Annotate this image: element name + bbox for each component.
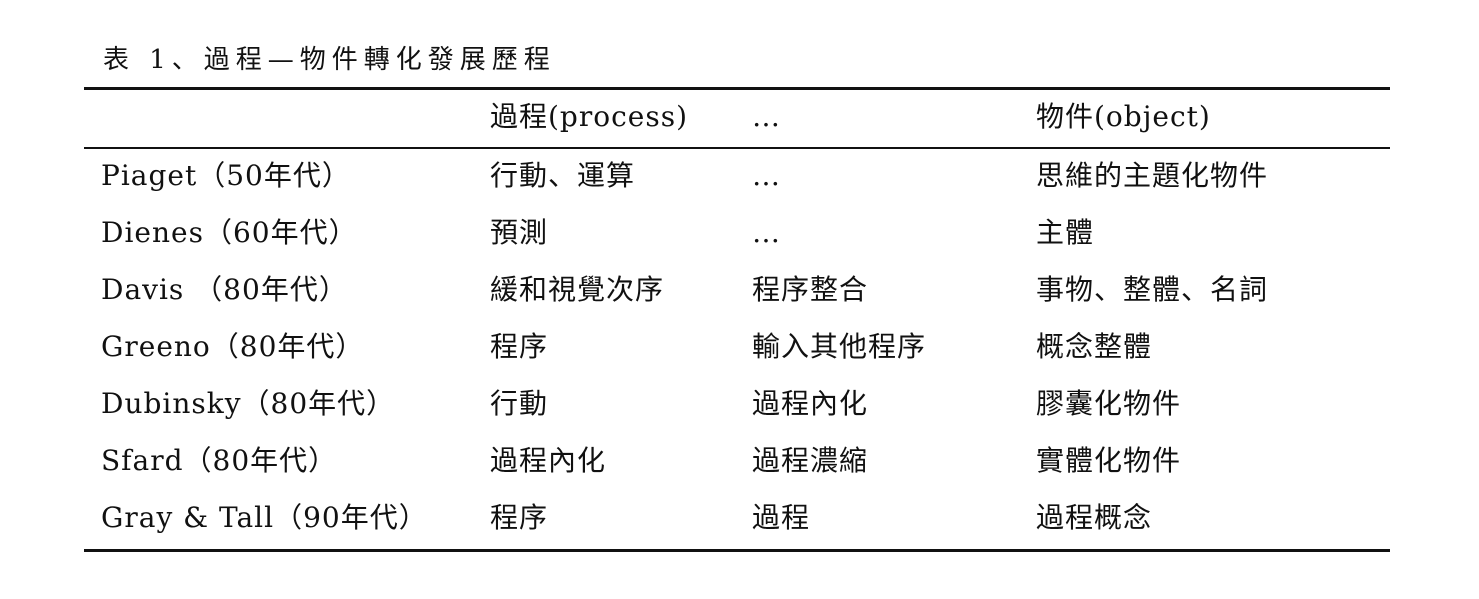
- cell-scholar: Dubinsky（80年代）: [101, 387, 396, 420]
- cell-transition: 程序整合: [752, 273, 869, 306]
- cell-scholar: Davis （80年代）: [101, 273, 348, 306]
- cell-transition: …: [752, 159, 781, 192]
- cell-transition: 過程內化: [752, 387, 869, 420]
- cell-process: 程序: [490, 330, 549, 363]
- table-header-row: 過程(process) … 物件(object): [0, 92, 1479, 142]
- cell-transition: 過程: [752, 501, 811, 534]
- cell-object: 主體: [1036, 216, 1095, 249]
- cell-scholar: Sfard（80年代）: [101, 444, 338, 477]
- cell-process: 行動: [490, 387, 549, 420]
- cell-transition: 過程濃縮: [752, 444, 869, 477]
- table-caption: 表 1、過程—物件轉化發展歷程: [103, 45, 556, 75]
- cell-transition: …: [752, 216, 781, 249]
- cell-object: 概念整體: [1036, 330, 1153, 363]
- cell-scholar: Greeno（80年代）: [101, 330, 365, 363]
- cell-process: 行動、運算: [490, 159, 636, 192]
- cell-object: 事物、整體、名詞: [1036, 273, 1269, 306]
- table-row: Sfard（80年代） 過程內化 過程濃縮 實體化物件: [0, 436, 1479, 486]
- cell-scholar: Dienes（60年代）: [101, 216, 358, 249]
- table-row: Dubinsky（80年代） 行動 過程內化 膠囊化物件: [0, 379, 1479, 429]
- header-cell-process: 過程(process): [490, 100, 689, 133]
- table-bottom-rule: [84, 549, 1390, 552]
- cell-process: 緩和視覺次序: [490, 273, 665, 306]
- cell-scholar: Piaget（50年代）: [101, 159, 351, 192]
- cell-object: 過程概念: [1036, 501, 1153, 534]
- cell-process: 預測: [490, 216, 549, 249]
- table-header-rule: [84, 147, 1390, 149]
- table-row: Piaget（50年代） 行動、運算 … 思維的主題化物件: [0, 151, 1479, 201]
- cell-scholar: Gray & Tall（90年代）: [101, 501, 428, 534]
- cell-transition: 輸入其他程序: [752, 330, 927, 363]
- table-row: Dienes（60年代） 預測 … 主體: [0, 208, 1479, 258]
- table-row: Gray & Tall（90年代） 程序 過程 過程概念: [0, 493, 1479, 543]
- cell-object: 思維的主題化物件: [1036, 159, 1269, 192]
- table-row: Greeno（80年代） 程序 輸入其他程序 概念整體: [0, 322, 1479, 372]
- header-cell-object: 物件(object): [1036, 100, 1211, 133]
- cell-object: 膠囊化物件: [1036, 387, 1182, 420]
- cell-process: 過程內化: [490, 444, 607, 477]
- cell-process: 程序: [490, 501, 549, 534]
- table-row: Davis （80年代） 緩和視覺次序 程序整合 事物、整體、名詞: [0, 265, 1479, 315]
- header-cell-transition: …: [752, 100, 781, 133]
- table-top-rule: [84, 87, 1390, 90]
- cell-object: 實體化物件: [1036, 444, 1182, 477]
